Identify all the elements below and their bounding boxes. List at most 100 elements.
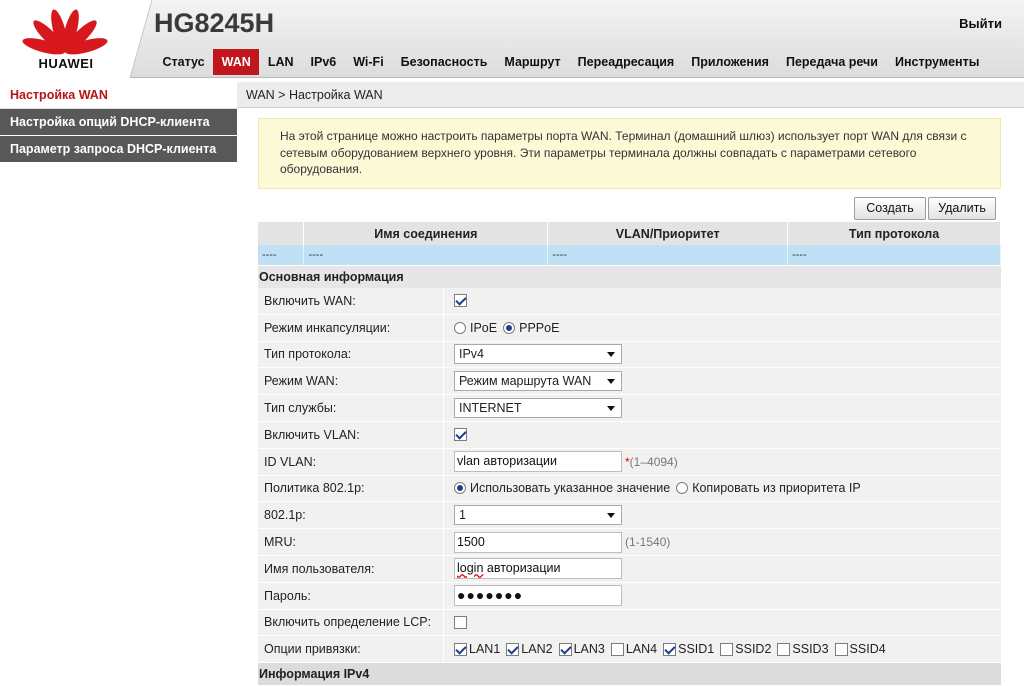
lan1-checkbox[interactable] [454,642,467,656]
field-label: Включить определение LCP: [258,609,444,636]
field-label: Имя пользователя: [258,555,444,582]
form-row-wan-mode: Режим WAN: Режим маршрута WAN [258,368,1001,396]
tab-security[interactable]: Безопасность [392,49,496,75]
copy-ip-priority-label: Копировать из приоритета IP [692,481,861,496]
form-row-8021p-policy: Политика 802.1p: Использовать указанное … [258,475,1001,503]
table-cell: ---- [303,245,549,265]
form-row-mru: MRU: 1500 (1-1540) [258,529,1001,556]
delete-button[interactable]: Удалить [928,197,996,220]
tab-voice[interactable]: Передача речи [777,49,886,75]
table-header-row: Имя соединения VLAN/Приоритет Тип проток… [258,222,1001,245]
model-name: HG8245H [154,8,275,38]
form-row-protocol-type: Тип протокола: IPv4 [258,341,1001,369]
ssid2-checkbox[interactable] [720,642,734,656]
pppoe-label: PPPoE [519,320,560,335]
breadcrumb: WAN > Настройка WAN [246,88,383,102]
sidebar-item-wan-settings[interactable]: Настройка WAN [0,82,237,109]
field-label: Пароль: [258,582,444,609]
sidebar-item-dhcp-request[interactable]: Параметр запроса DHCP-клиента [0,136,237,163]
enable-vlan-checkbox[interactable] [454,428,467,442]
lan1-label: LAN1 [469,642,501,657]
mru-input[interactable]: 1500 [454,531,622,553]
table-cell: ---- [258,245,305,265]
breadcrumb-bar: WAN > Настройка WAN [237,82,1024,108]
service-type-select[interactable]: INTERNET [454,398,622,419]
copy-ip-priority-radio[interactable] [676,482,689,495]
sidebar-item-dhcp-options[interactable]: Настройка опций DHCP-клиента [0,109,237,136]
tab-applications[interactable]: Приложения [683,49,778,75]
field-label: MRU: [258,529,444,555]
logout-link[interactable]: Выйти [959,16,1002,31]
lan3-checkbox[interactable] [558,642,572,656]
create-button[interactable]: Создать [854,197,926,220]
ssid3-checkbox[interactable] [777,642,791,656]
vlan-id-hint: *(1–4094) [625,454,678,469]
field-label: Включить WAN: [258,288,444,314]
ssid1-checkbox[interactable] [663,642,677,656]
protocol-type-select[interactable]: IPv4 [454,344,622,365]
form-row-vlan-id: ID VLAN: vlan авторизации *(1–4094) [258,448,1001,476]
8021p-select[interactable]: 1 [454,505,622,526]
field-label: ID VLAN: [258,448,444,475]
use-specified-radio[interactable] [454,482,466,495]
field-label: Политика 802.1p: [258,475,444,502]
lan2-checkbox[interactable] [506,642,520,656]
tab-wifi[interactable]: Wi-Fi [345,49,392,75]
form-row-lcp: Включить определение LCP: [258,609,1001,637]
enable-wan-checkbox[interactable] [454,294,467,308]
lan2-label: LAN2 [521,642,553,657]
header: HUAWEI HG8245H Выйти Статус WAN LAN IPv6… [0,0,1024,78]
tab-lan[interactable]: LAN [259,49,302,75]
huawei-logo: HUAWEI [0,0,130,78]
form-row-password: Пароль: ●●●●●●● [258,582,1001,610]
pppoe-radio[interactable] [503,321,516,334]
info-message: На этой странице можно настроить парамет… [258,118,1001,189]
column-header-vlan-priority: VLAN/Приоритет [547,222,789,245]
table-cell: ---- [787,245,1001,265]
lan4-label: LAN4 [625,642,658,657]
table-cell: ---- [547,245,789,265]
ipoe-radio[interactable] [454,321,466,334]
table-row[interactable]: ---- ---- ---- ---- [258,245,1001,265]
form-row-enable-vlan: Включить VLAN: [258,421,1001,449]
column-header-select [258,222,305,245]
tab-tools[interactable]: Инструменты [886,49,987,75]
ssid2-label: SSID2 [735,642,772,657]
ssid3-label: SSID3 [792,642,829,657]
field-label: 802.1p: [258,502,444,529]
use-specified-label: Использовать указанное значение [470,481,671,496]
form-row-enable-wan: Включить WAN: [258,288,1001,315]
column-header-connection-name: Имя соединения [303,222,549,245]
tab-status[interactable]: Статус [154,49,213,75]
brand-name: HUAWEI [38,56,94,71]
field-label: Режим инкапсуляции: [258,314,444,341]
field-label: Тип службы: [258,395,444,421]
field-label: Тип протокола: [258,341,444,368]
wan-form: Включить WAN: Режим инкапсуляции: IPoE P… [258,288,1001,664]
lan4-checkbox[interactable] [610,642,624,656]
tab-forwarding[interactable]: Переадресация [569,49,683,75]
section-title-ipv4: Информация IPv4 [258,663,1001,685]
field-label: Режим WAN: [258,368,444,395]
lcp-checkbox[interactable] [454,615,467,629]
ssid4-checkbox[interactable] [834,642,848,656]
top-nav: Статус WAN LAN IPv6 Wi-Fi Безопасность М… [154,49,988,75]
username-input[interactable]: login авторизации [454,558,622,580]
vlan-id-input[interactable]: vlan авторизации [454,451,622,473]
ssid1-label: SSID1 [678,642,715,657]
sidebar: Настройка WAN Настройка опций DHCP-клиен… [0,82,237,163]
tab-wan[interactable]: WAN [213,49,260,75]
form-row-username: Имя пользователя: login авторизации [258,555,1001,583]
tab-ipv6[interactable]: IPv6 [302,49,345,75]
tab-route[interactable]: Маршрут [496,49,569,75]
password-input[interactable]: ●●●●●●● [454,585,622,607]
wan-mode-select[interactable]: Режим маршрута WAN [454,371,622,392]
form-row-8021p: 802.1p: 1 [258,502,1001,530]
wan-connections-table: Имя соединения VLAN/Приоритет Тип проток… [258,222,1001,265]
field-label: Опции привязки: [258,636,444,663]
form-row-encapsulation: Режим инкапсуляции: IPoE PPPoE [258,314,1001,342]
section-title-basic: Основная информация [258,266,1001,288]
field-label: Включить VLAN: [258,421,444,448]
form-row-binding: Опции привязки: LAN1 LAN2 LAN3 LAN4 SSID… [258,636,1001,664]
form-row-service-type: Тип службы: INTERNET [258,395,1001,422]
